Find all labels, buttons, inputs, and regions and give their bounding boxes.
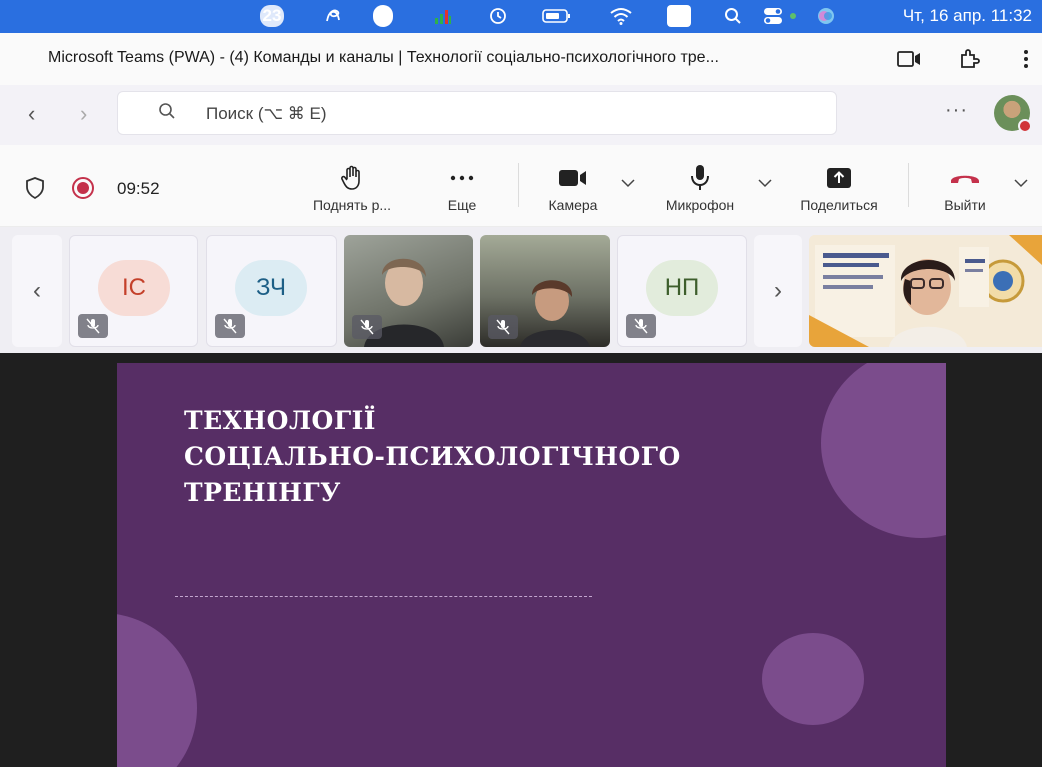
control-center-icon[interactable]: [762, 5, 802, 27]
raise-hand-label: Поднять р...: [312, 197, 392, 213]
slide-title-line: ТЕХНОЛОГІЇ: [184, 406, 376, 435]
more-actions-button[interactable]: Еще: [440, 163, 484, 213]
slide-title: ТЕХНОЛОГІЇ СОЦІАЛЬНО-ПСИХОЛОГІЧНОГО ТРЕН…: [184, 403, 681, 511]
presenter-video-feed: [809, 235, 1042, 347]
open-in-app-icon[interactable]: [895, 45, 923, 73]
forward-arrow-icon[interactable]: ›: [80, 101, 87, 127]
system-menubar: 23 M УК Чт, 16 апр. 11:32: [0, 0, 1042, 33]
back-arrow-icon[interactable]: ‹: [28, 101, 35, 127]
search-box[interactable]: [117, 91, 837, 135]
shared-content-stage: ТЕХНОЛОГІЇ СОЦІАЛЬНО-ПСИХОЛОГІЧНОГО ТРЕН…: [0, 353, 1042, 767]
shield-icon[interactable]: [25, 177, 45, 204]
ellipsis-icon: [450, 163, 474, 193]
participant-video-tile[interactable]: [344, 235, 473, 347]
participant-initials: ЗЧ: [235, 260, 307, 316]
mic-muted-icon: [78, 314, 108, 338]
microphone-button[interactable]: Микрофон: [653, 163, 747, 213]
slide-decor-circle: [117, 613, 197, 767]
meeting-toolbar: 09:52 Поднять р... Еще Камера Микрофон П…: [0, 145, 1042, 227]
slide-divider: [175, 596, 592, 597]
participant-video-tile[interactable]: [480, 235, 610, 347]
microphone-icon: [690, 163, 710, 193]
share-label: Поделиться: [800, 197, 878, 213]
participant-initials: НП: [646, 260, 718, 316]
strip-next-arrow-icon[interactable]: ›: [754, 235, 802, 347]
slide-decor-circle: [762, 633, 864, 725]
hang-up-icon: [949, 163, 981, 193]
raise-hand-button[interactable]: Поднять р...: [302, 163, 402, 213]
participants-strip: ‹ ІС ЗЧ НП ›: [0, 227, 1042, 353]
battery-icon[interactable]: [541, 5, 573, 27]
recording-indicator-icon: [72, 177, 94, 199]
status-dot: [1018, 119, 1032, 133]
extension-icon[interactable]: [955, 45, 983, 73]
toolbar-separator: [908, 163, 909, 207]
leave-options-chevron-icon[interactable]: [1014, 175, 1028, 193]
wifi-icon[interactable]: [608, 5, 634, 27]
strip-prev-arrow-icon[interactable]: ‹: [12, 235, 62, 347]
leave-button[interactable]: Выйти: [935, 163, 995, 213]
siri-icon[interactable]: [815, 5, 837, 27]
more-actions-label: Еще: [447, 197, 477, 213]
kebab-menu-icon[interactable]: [1018, 45, 1034, 73]
participant-tile[interactable]: НП: [617, 235, 747, 347]
microphone-label: Микрофон: [665, 197, 735, 213]
meeting-timer: 09:52: [117, 179, 160, 198]
history-icon[interactable]: [487, 5, 509, 27]
mic-muted-icon: [488, 315, 518, 339]
menubar-clock[interactable]: Чт, 16 апр. 11:32: [903, 6, 1032, 26]
camera-options-chevron-icon[interactable]: [621, 175, 635, 193]
mic-muted-icon: [215, 314, 245, 338]
microphone-options-chevron-icon[interactable]: [758, 175, 772, 193]
presenter-video-tile[interactable]: [809, 235, 1042, 347]
camera-label: Камера: [548, 197, 598, 213]
teams-nav-bar: ‹ › ···: [0, 85, 1042, 145]
mic-muted-icon: [626, 314, 656, 338]
toolbar-separator: [518, 163, 519, 207]
search-icon: [158, 102, 176, 125]
search-icon[interactable]: [722, 5, 744, 27]
share-screen-icon: [826, 163, 852, 193]
leave-label: Выйти: [944, 197, 986, 213]
notification-count-badge[interactable]: 23: [260, 5, 284, 27]
participant-initials: ІС: [98, 260, 170, 316]
participant-tile[interactable]: ІС: [69, 235, 198, 347]
user-avatar[interactable]: [994, 95, 1032, 133]
window-title: Microsoft Teams (PWA) - (4) Команды и ка…: [48, 49, 719, 66]
camera-button[interactable]: Камера: [540, 163, 606, 213]
slide-decor-circle: [821, 363, 946, 538]
chart-icon[interactable]: [432, 5, 454, 27]
keyboard-layout-badge[interactable]: УК: [667, 5, 691, 27]
slide-title-line: СОЦІАЛЬНО-ПСИХОЛОГІЧНОГО: [184, 442, 681, 471]
share-button[interactable]: Поделиться: [789, 163, 889, 213]
mic-muted-icon: [352, 315, 382, 339]
more-options-icon[interactable]: ···: [945, 99, 968, 122]
script-icon[interactable]: [322, 5, 344, 27]
camera-icon: [558, 163, 588, 193]
slide-title-line: ТРЕНІНГУ: [184, 478, 341, 507]
search-input[interactable]: [206, 100, 806, 128]
hand-icon: [340, 163, 364, 193]
m-badge-icon[interactable]: M: [373, 5, 393, 27]
participant-tile[interactable]: ЗЧ: [206, 235, 337, 347]
presentation-slide: ТЕХНОЛОГІЇ СОЦІАЛЬНО-ПСИХОЛОГІЧНОГО ТРЕН…: [117, 363, 946, 767]
app-titlebar: Microsoft Teams (PWA) - (4) Команды и ка…: [0, 33, 1042, 85]
